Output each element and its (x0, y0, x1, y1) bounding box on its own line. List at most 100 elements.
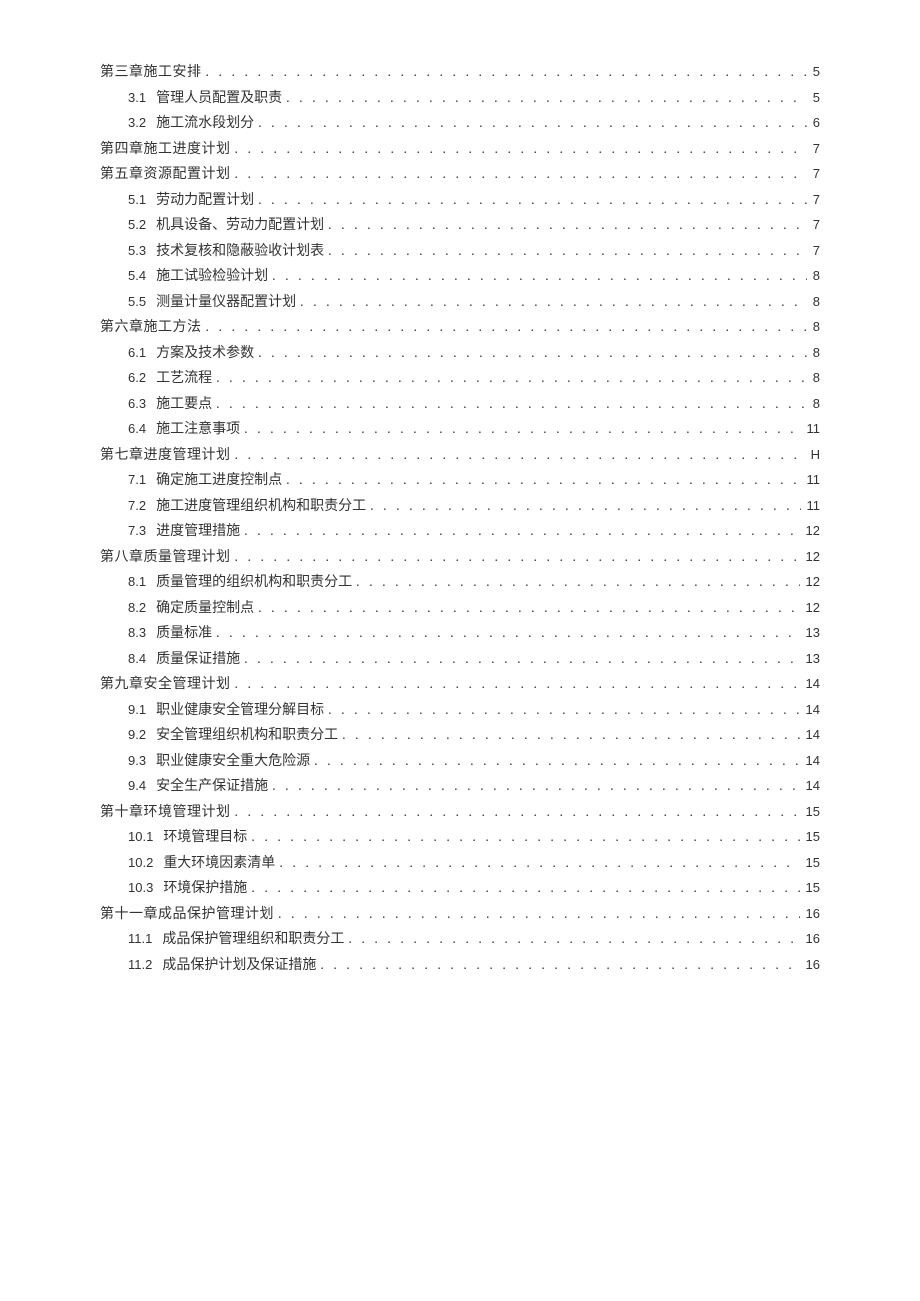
toc-section-title: 安全生产保证措施 (156, 775, 268, 800)
toc-entry: 6.1方案及技术参数8 (100, 341, 820, 367)
toc-section-title: 第十一章成品保护管理计划 (100, 903, 274, 928)
toc-section-number: 7.3 (128, 519, 146, 544)
toc-entry: 10.3环境保护措施15 (100, 876, 820, 902)
toc-entry: 第七章进度管理计划 H (100, 443, 820, 469)
toc-section-number: 5.2 (128, 213, 146, 238)
toc-section-title: 第六章施工方法 (100, 316, 202, 341)
toc-section-title: 进度管理措施 (156, 520, 240, 545)
toc-page-number: 15 (804, 876, 820, 901)
toc-entry: 第四章施工进度计划7 (100, 137, 820, 163)
toc-entry: 9.2安全管理组织机构和职责分工14 (100, 723, 820, 749)
toc-page-number: 7 (811, 188, 820, 213)
toc-dot-leader (328, 699, 799, 724)
toc-section-number: 9.3 (128, 749, 146, 774)
toc-page-number: 8 (811, 341, 820, 366)
toc-page-number: 12 (804, 570, 820, 595)
toc-entry: 3.1管理人员配置及职责5 (100, 86, 820, 112)
toc-dot-leader (258, 342, 807, 367)
toc-section-number: 10.2 (128, 851, 153, 876)
toc-dot-leader (206, 61, 807, 86)
toc-section-number: 8.2 (128, 596, 146, 621)
toc-section-title: 质量标准 (156, 622, 212, 647)
toc-dot-leader (279, 852, 799, 877)
toc-page-number: 13 (804, 647, 820, 672)
toc-section-number: 9.1 (128, 698, 146, 723)
toc-dot-leader (258, 112, 807, 137)
toc-page-number: 5 (811, 60, 820, 85)
toc-dot-leader (314, 750, 799, 775)
toc-section-title: 施工进度管理组织机构和职责分工 (156, 495, 366, 520)
toc-page-number: 15 (804, 825, 820, 850)
toc-page-number: 15 (804, 851, 820, 876)
toc-section-number: 11.2 (128, 953, 152, 978)
toc-section-title: 第八章质量管理计划 (100, 546, 231, 571)
toc-dot-leader (348, 928, 799, 953)
toc-page-number: 6 (811, 111, 820, 136)
toc-page-number: H (809, 443, 820, 468)
toc-entry: 第五章资源配置计划7 (100, 162, 820, 188)
toc-entry: 8.1质量管理的组织机构和职责分工12 (100, 570, 820, 596)
toc-dot-leader (251, 877, 799, 902)
toc-section-title: 第三章施工安排 (100, 61, 202, 86)
toc-section-number: 11.1 (128, 927, 152, 952)
toc-entry: 第十一章成品保护管理计划 16 (100, 902, 820, 928)
toc-section-title: 确定质量控制点 (156, 597, 254, 622)
toc-dot-leader (320, 954, 799, 979)
toc-section-number: 8.4 (128, 647, 146, 672)
toc-page-number: 12 (804, 519, 820, 544)
toc-dot-leader (258, 597, 799, 622)
toc-section-number: 8.3 (128, 621, 146, 646)
toc-entry: 3.2施工流水段划分6 (100, 111, 820, 137)
toc-page-number: 14 (804, 723, 820, 748)
toc-page-number: 15 (804, 800, 820, 825)
toc-dot-leader (300, 291, 807, 316)
toc-dot-leader (272, 775, 799, 800)
toc-entry: 6.3施工要点8 (100, 392, 820, 418)
toc-dot-leader (258, 189, 807, 214)
toc-dot-leader (286, 469, 800, 494)
toc-section-title: 测量计量仪器配置计划 (156, 291, 296, 316)
toc-section-number: 7.2 (128, 494, 146, 519)
toc-page-number: 16 (804, 953, 820, 978)
toc-entry: 9.1职业健康安全管理分解目标14 (100, 698, 820, 724)
toc-page-number: 8 (811, 290, 820, 315)
toc-section-number: 10.1 (128, 825, 153, 850)
toc-page-number: 16 (804, 927, 820, 952)
toc-page-number: 7 (811, 213, 820, 238)
toc-section-number: 9.4 (128, 774, 146, 799)
toc-entry: 第六章施工方法8 (100, 315, 820, 341)
toc-dot-leader (328, 214, 807, 239)
toc-section-title: 重大环境因素清单 (163, 852, 275, 877)
toc-entry: 8.4质量保证措施13 (100, 647, 820, 673)
toc-entry: 第十章环境管理计划 15 (100, 800, 820, 826)
toc-page-number: 13 (804, 621, 820, 646)
toc-dot-leader (328, 240, 807, 265)
toc-dot-leader (272, 265, 807, 290)
toc-section-title: 工艺流程 (156, 367, 212, 392)
toc-dot-leader (235, 138, 807, 163)
toc-section-title: 职业健康安全管理分解目标 (156, 699, 324, 724)
toc-entry: 第八章质量管理计划12 (100, 545, 820, 571)
toc-dot-leader (216, 393, 807, 418)
toc-section-title: 第七章进度管理计划 (100, 444, 231, 469)
toc-section-title: 成品保护管理组织和职责分工 (162, 928, 344, 953)
toc-section-number: 7.1 (128, 468, 146, 493)
toc-page-number: 14 (804, 749, 820, 774)
toc-dot-leader (235, 444, 805, 469)
toc-page-number: 11 (805, 417, 821, 442)
toc-entry: 5.1劳动力配置计划7 (100, 188, 820, 214)
toc-entry: 6.2工艺流程8 (100, 366, 820, 392)
toc-section-number: 5.1 (128, 188, 146, 213)
toc-dot-leader (216, 367, 807, 392)
toc-section-title: 环境保护措施 (163, 877, 247, 902)
toc-entry: 第三章施工安排 5 (100, 60, 820, 86)
toc-page-number: 5 (811, 86, 820, 111)
toc-entry: 8.2确定质量控制点12 (100, 596, 820, 622)
toc-entry: 第九章安全管理计划14 (100, 672, 820, 698)
toc-section-title: 环境管理目标 (163, 826, 247, 851)
toc-page-number: 14 (804, 774, 820, 799)
toc-dot-leader (235, 163, 807, 188)
toc-page-number: 16 (804, 902, 820, 927)
toc-section-number: 8.1 (128, 570, 146, 595)
toc-section-title: 第十章环境管理计划 (100, 801, 231, 826)
